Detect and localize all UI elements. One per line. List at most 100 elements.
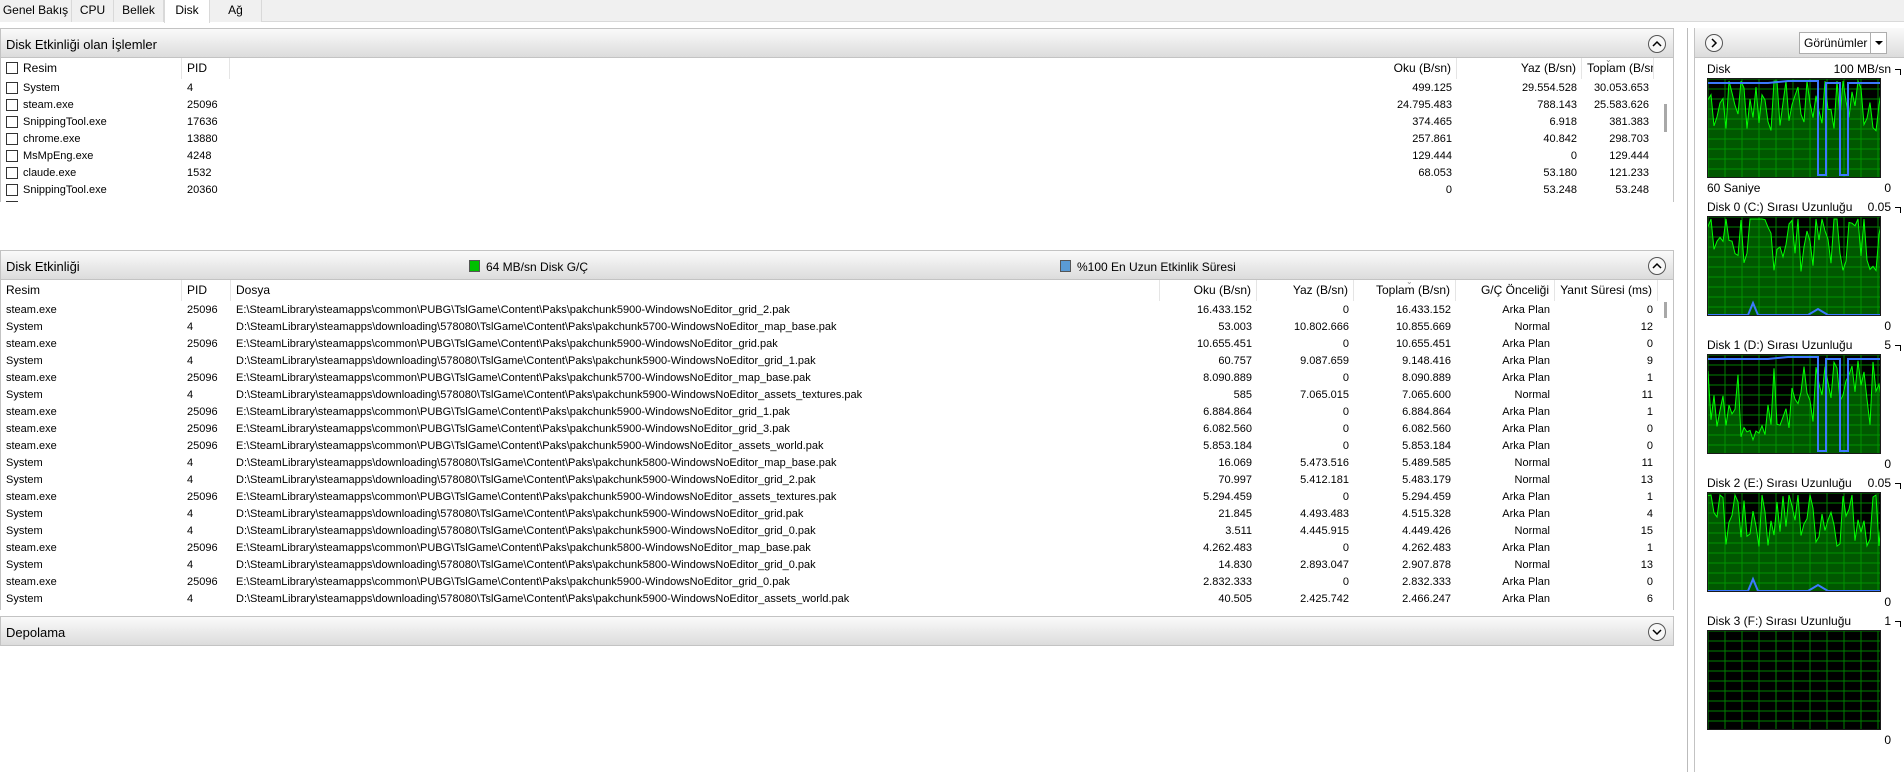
cell-priority: Arka Plan xyxy=(1502,355,1550,367)
col-header-write[interactable]: Yaz (B/sn) xyxy=(1457,58,1582,79)
col-header-response[interactable]: Yanıt Süresi (ms) xyxy=(1555,280,1658,301)
chevron-down-icon[interactable] xyxy=(1648,623,1666,641)
cell-response: 0 xyxy=(1646,576,1653,588)
table-row[interactable]: System 4 D:\SteamLibrary\steamapps\downloa… xyxy=(1,591,1661,608)
col-header-pid[interactable]: PID xyxy=(182,58,230,79)
table-row[interactable]: System 4 D:\SteamLibrary\steamapps\downloa… xyxy=(1,353,1661,370)
table-row[interactable]: System 4 D:\SteamLibrary\steamapps\downloa… xyxy=(1,523,1661,540)
col-header-file[interactable]: Dosya xyxy=(231,280,1160,301)
table-row[interactable]: steam.exe 25096 E:\SteamLibrary\steamapps\… xyxy=(1,336,1661,353)
chevron-right-icon[interactable] xyxy=(1705,34,1723,52)
chevron-up-icon[interactable] xyxy=(1648,257,1666,275)
row-checkbox[interactable] xyxy=(6,133,18,145)
cell-total: 30.053.653 xyxy=(1593,82,1649,94)
table-row[interactable]: steam.exe 25096 E:\SteamLibrary\steamapps\… xyxy=(1,438,1661,455)
cell-file: D:\SteamLibrary\steamapps\downloading\57… xyxy=(236,508,804,520)
chevron-up-icon[interactable] xyxy=(1648,35,1666,53)
table-row[interactable]: SnippingTool.exe 17636 374.465 6.918 381.383 xyxy=(1,114,1661,131)
cell-pid: 4 xyxy=(187,508,194,520)
table-row[interactable]: claude.exe 1532 68.053 53.180 121.233 xyxy=(1,165,1661,182)
table-row[interactable]: System 4 D:\SteamLibrary\steamapps\downloa… xyxy=(1,319,1661,336)
table-row[interactable]: System 4 D:\SteamLibrary\steamapps\downloa… xyxy=(1,506,1661,523)
cell-priority: Normal xyxy=(1514,525,1550,537)
cell-image: steam.exe xyxy=(6,372,57,384)
cell-pid: 4 xyxy=(187,321,194,333)
cell-pid: 13880 xyxy=(187,133,218,145)
sort-arrow-icon: ⌄ xyxy=(1605,58,1612,64)
table-row[interactable]: SearchFilterHost.exe18568 40.054040.054 xyxy=(1,199,1661,202)
tab-4[interactable]: Ağ xyxy=(210,0,262,22)
cell-priority: Normal xyxy=(1514,457,1550,469)
table-row[interactable]: System 4 D:\SteamLibrary\steamapps\downloa… xyxy=(1,387,1661,404)
storage-section-header[interactable]: Depolama xyxy=(0,616,1674,646)
cell-image: chrome.exe xyxy=(23,133,81,145)
col-header-read[interactable]: Oku (B/sn) xyxy=(1291,58,1457,79)
col-header-pid[interactable]: PID xyxy=(182,280,231,301)
cell-write: 0 xyxy=(1342,338,1349,350)
col-header-total[interactable]: Toplam (B/sn) xyxy=(1582,58,1654,79)
cell-total: 2.907.878 xyxy=(1402,559,1451,571)
table-row[interactable]: steam.exe 25096 E:\SteamLibrary\steamapps\… xyxy=(1,574,1661,591)
cell-read: 6.884.864 xyxy=(1203,406,1252,418)
table-row[interactable]: SnippingTool.exe 20360 0 53.248 53.248 xyxy=(1,182,1661,199)
col-header-total[interactable]: Toplam (B/sn) xyxy=(1354,280,1456,301)
select-all-checkbox[interactable] xyxy=(6,62,18,74)
row-checkbox[interactable] xyxy=(6,184,18,196)
views-dropdown[interactable]: Görünümler xyxy=(1799,32,1887,54)
col-header-read[interactable]: Oku (B/sn) xyxy=(1160,280,1257,301)
graph-max-label: 100 MB/sn xyxy=(1833,62,1891,76)
cell-total: 129.444 xyxy=(1609,150,1649,162)
cell-image: steam.exe xyxy=(6,423,57,435)
graph-2[interactable]: Disk 1 (D:) Sırası Uzunluğu 5 0 xyxy=(1707,338,1904,471)
graph-0[interactable]: Disk 100 MB/sn 60 Saniye 0 xyxy=(1707,62,1904,195)
graph-1[interactable]: Disk 0 (C:) Sırası Uzunluğu 0.05 0 xyxy=(1707,200,1904,333)
graph-4[interactable]: Disk 3 (F:) Sırası Uzunluğu 1 0 xyxy=(1707,614,1904,747)
tab-2[interactable]: Bellek xyxy=(114,0,164,22)
dropdown-arrow-icon[interactable] xyxy=(1870,33,1886,53)
col-header-write[interactable]: Yaz (B/sn) xyxy=(1257,280,1354,301)
cell-pid: 25096 xyxy=(187,423,218,435)
graph-min-label: 0 xyxy=(1884,457,1891,471)
table-row[interactable]: steam.exe 25096 E:\SteamLibrary\steamapps\… xyxy=(1,540,1661,557)
processes-scrollbar[interactable] xyxy=(1664,104,1667,132)
row-checkbox[interactable] xyxy=(6,167,18,179)
cell-total: 4.515.328 xyxy=(1402,508,1451,520)
table-row[interactable]: System 4 D:\SteamLibrary\steamapps\downloa… xyxy=(1,557,1661,574)
table-row[interactable]: steam.exe 25096 E:\SteamLibrary\steamapps\… xyxy=(1,489,1661,506)
tab-3[interactable]: Disk xyxy=(164,0,210,23)
processes-section-header[interactable]: Disk Etkinliği olan İşlemler xyxy=(0,28,1674,58)
cell-write: 29.554.528 xyxy=(1521,82,1577,94)
graph-title: Disk 2 (E:) Sırası Uzunluğu xyxy=(1707,476,1852,490)
cell-file: E:\SteamLibrary\steamapps\common\PUBG\Ts… xyxy=(236,576,790,588)
table-row[interactable]: MsMpEng.exe 4248 129.444 0 129.444 xyxy=(1,148,1661,165)
row-checkbox[interactable] xyxy=(6,116,18,128)
row-checkbox[interactable] xyxy=(6,99,18,111)
table-row[interactable]: steam.exe 25096 E:\SteamLibrary\steamapps\… xyxy=(1,421,1661,438)
table-row[interactable]: System 4 D:\SteamLibrary\steamapps\downloa… xyxy=(1,472,1661,489)
table-row[interactable]: steam.exe 25096 E:\SteamLibrary\steamapps\… xyxy=(1,302,1661,319)
cell-image: System xyxy=(6,559,43,571)
graph-side-panel: Görünümler Disk 100 MB/sn 60 Saniye 0 Disk 0… xyxy=(1694,28,1904,772)
table-row[interactable]: steam.exe 25096 E:\SteamLibrary\steamapps\… xyxy=(1,370,1661,387)
row-checkbox[interactable] xyxy=(6,201,18,202)
activity-section-header[interactable]: Disk Etkinliği 64 MB/sn Disk G/Ç %100 En… xyxy=(0,250,1674,280)
table-row[interactable]: System 4 499.125 29.554.528 30.053.653 xyxy=(1,80,1661,97)
row-checkbox[interactable] xyxy=(6,150,18,162)
panel-divider[interactable] xyxy=(1687,28,1688,772)
tab-0[interactable]: Genel Bakış xyxy=(0,0,72,22)
graph-3[interactable]: Disk 2 (E:) Sırası Uzunluğu 0.05 0 xyxy=(1707,476,1904,609)
col-header-image[interactable]: Resim xyxy=(18,58,182,79)
col-header-priority[interactable]: G/Ç Önceliği xyxy=(1456,280,1555,301)
table-row[interactable]: chrome.exe 13880 257.861 40.842 298.703 xyxy=(1,131,1661,148)
tab-1[interactable]: CPU xyxy=(72,0,114,22)
table-row[interactable]: System 4 D:\SteamLibrary\steamapps\downloa… xyxy=(1,455,1661,472)
row-checkbox[interactable] xyxy=(6,82,18,94)
cell-write: 0 xyxy=(1342,576,1349,588)
table-row[interactable]: steam.exe 25096 24.795.483 788.143 25.583.62… xyxy=(1,97,1661,114)
cell-write: 4.493.483 xyxy=(1300,508,1349,520)
cell-response: 1 xyxy=(1646,491,1653,503)
col-header-image[interactable]: Resim xyxy=(1,280,182,301)
cell-total: 121.233 xyxy=(1609,167,1649,179)
activity-scrollbar[interactable] xyxy=(1664,302,1667,318)
table-row[interactable]: steam.exe 25096 E:\SteamLibrary\steamapps\… xyxy=(1,404,1661,421)
